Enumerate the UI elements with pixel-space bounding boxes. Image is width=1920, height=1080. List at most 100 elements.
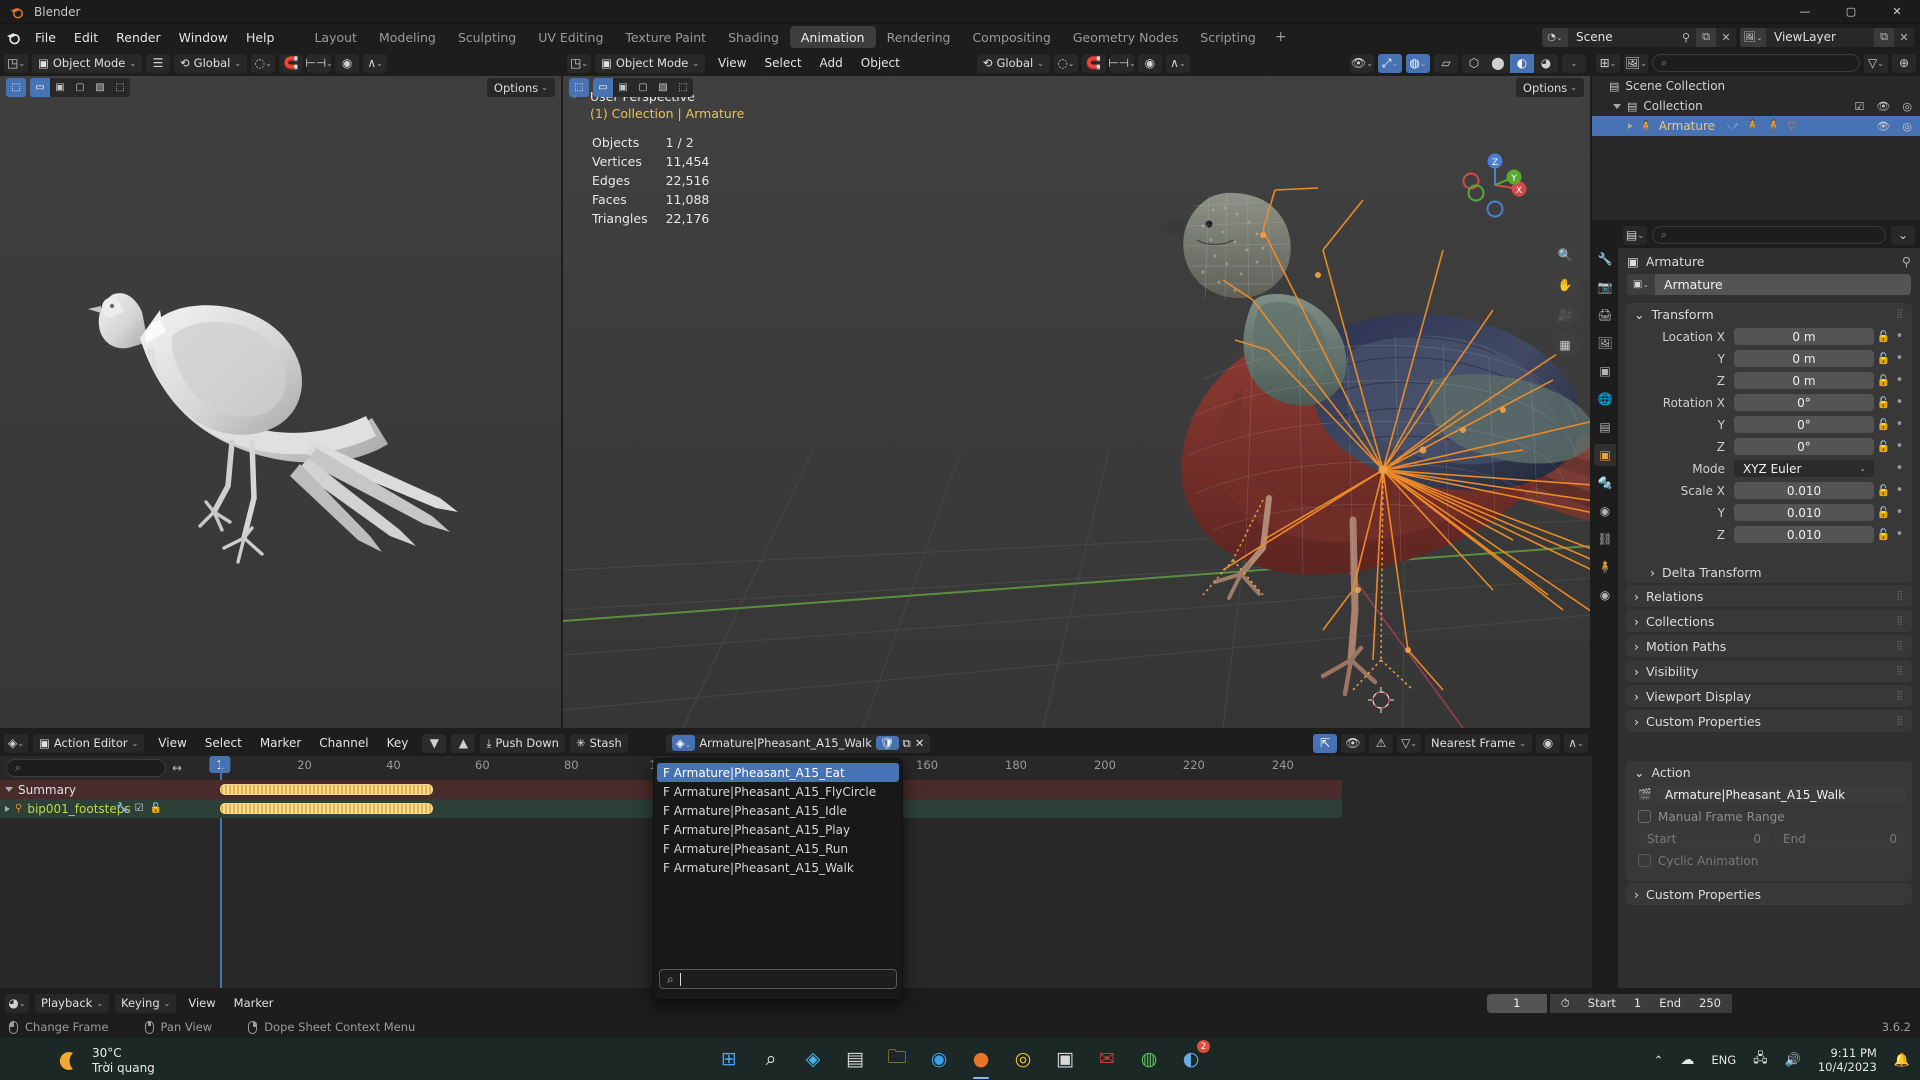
outliner-editor-type-icon[interactable]: ⊞ ⌄ — [1596, 53, 1620, 73]
proportional-edit-icon-right[interactable]: ◉ — [1137, 53, 1162, 73]
workspace-tab-compositing[interactable]: Compositing — [961, 26, 1061, 48]
eye-icon[interactable]: 👁 — [1876, 100, 1890, 113]
copilot-button[interactable]: ◈ — [797, 1043, 829, 1075]
transform-row-field[interactable]: 0 m — [1734, 328, 1874, 345]
falloff-dopesheet-icon[interactable]: ∧ ⌄ — [1564, 733, 1588, 753]
action-panel-header[interactable]: ⌄ Action — [1626, 761, 1912, 783]
manual-frame-range-checkbox[interactable] — [1638, 810, 1651, 823]
manual-frame-range-row[interactable]: Manual Frame Range — [1626, 807, 1912, 826]
workspace-tab-scripting[interactable]: Scripting — [1189, 26, 1267, 48]
viewport-sidebar-toggle[interactable]: ‹ — [573, 92, 577, 102]
action-browse-icon[interactable]: ◈⌄ — [671, 735, 696, 751]
chevron-down-icon[interactable] — [5, 787, 13, 792]
animate-property-dot[interactable]: • — [1893, 373, 1906, 388]
lock-icon[interactable]: 🔓 — [1874, 528, 1893, 541]
dopesheet-menu-channel[interactable]: Channel — [310, 730, 377, 756]
animate-property-dot[interactable]: • — [1893, 439, 1906, 454]
viewlayer-selector[interactable]: 🖼 ⌄ ViewLayer ⧉ ✕ — [1740, 27, 1914, 47]
zoom-view-icon[interactable]: 🔍 — [1552, 242, 1578, 268]
viewport-menus-hamburger-left[interactable]: ☰ — [146, 53, 171, 73]
transform-row-field[interactable]: 0 m — [1734, 350, 1874, 367]
antivirus-button[interactable]: ◍ — [1133, 1043, 1165, 1075]
pin-channel-icon[interactable]: ⚲ — [15, 803, 22, 814]
cursor-tool-group-left[interactable]: ⬚ — [6, 78, 26, 97]
rendered-shading-icon[interactable]: ◕ — [1534, 53, 1558, 73]
delete-viewlayer-icon[interactable]: ✕ — [1894, 28, 1914, 47]
action-value-field[interactable]: Armature|Pheasant_A15_Walk — [1656, 786, 1906, 803]
viewport-left[interactable]: ◳ ⌄ ▣ Object Mode ⌄ ☰ ⟲ Global ⌄ ◌ ⌄ 🧲 ⊢⊣ ⌄… — [0, 50, 561, 728]
pin-id-icon[interactable]: ⚲ — [1902, 254, 1911, 269]
outliner-display-mode-icon[interactable]: 🖼 ⌄ — [1624, 53, 1648, 73]
shading-popover-icon[interactable]: ⌄ — [1562, 53, 1586, 73]
workspace-tab-geometry-nodes[interactable]: Geometry Nodes — [1062, 26, 1189, 48]
modifier-icon[interactable]: ▽ — [1787, 119, 1802, 132]
end-frame-value[interactable]: 250 — [1699, 996, 1721, 1010]
outliner-new-collection-icon[interactable]: ⊕ — [1892, 53, 1916, 73]
proportional-edit-dopesheet-icon[interactable]: ◉ — [1536, 733, 1560, 753]
outliner-search-input[interactable]: ⌕ — [1652, 54, 1860, 72]
cyclic-animation-row[interactable]: Cyclic Animation — [1626, 851, 1912, 870]
store-button[interactable]: ▣ — [1049, 1043, 1081, 1075]
drag-handle-icon[interactable]: ⣿ — [1896, 591, 1904, 601]
previous-layer-icon[interactable]: ▼ — [422, 733, 447, 753]
properties-editor-type-icon[interactable]: ▤ ⌄ — [1623, 225, 1647, 245]
workspace-tab-modeling[interactable]: Modeling — [368, 26, 447, 48]
fake-user-icon[interactable]: 🛡 — [875, 736, 899, 750]
chevron-down-icon[interactable] — [1613, 103, 1621, 109]
animate-property-dot[interactable]: • — [1893, 483, 1906, 498]
animate-property-dot[interactable]: • — [1893, 351, 1906, 366]
workspace-tab-uv-editing[interactable]: UV Editing — [527, 26, 614, 48]
properties-tab-scene[interactable]: ▣ — [1594, 360, 1616, 382]
action-search-popup[interactable]: F Armature|Pheasant_A15_Eat F Armature|Ph… — [653, 758, 903, 1000]
minimize-button[interactable]: — — [1782, 0, 1828, 24]
modifier-icon[interactable]: 🔧 — [116, 803, 128, 814]
workspace-tab-texture-paint[interactable]: Texture Paint — [614, 26, 717, 48]
outliner-row-armature[interactable]: 🧍 Armature ⤻🧍🧍▽ 👁 ◎ — [1592, 116, 1920, 136]
snap-magnet-icon-right[interactable]: 🧲 — [1081, 53, 1106, 73]
snap-target-icon-right[interactable]: ⊢⊣ ⌄ — [1108, 53, 1136, 73]
viewport-options-right[interactable]: Options ⌄ — [1515, 78, 1584, 97]
pan-view-icon[interactable]: ✋ — [1552, 272, 1578, 298]
animation-data-icon[interactable]: ⤻ — [1727, 119, 1746, 132]
network-icon[interactable]: 🖧 — [1753, 1049, 1768, 1071]
camera-icon[interactable]: ◎ — [1902, 120, 1912, 133]
snap-target-icon-left[interactable]: ⊢⊣ ⌄ — [305, 53, 333, 73]
panel-motion-paths[interactable]: › Motion Paths ⣿ — [1626, 635, 1912, 657]
material-preview-shading-icon[interactable]: ◐ — [1510, 53, 1534, 73]
show-hidden-icon[interactable]: 👁 — [1341, 733, 1366, 753]
panel-visibility[interactable]: › Visibility ⣿ — [1626, 660, 1912, 682]
lock-icon[interactable]: 🔓 — [1874, 374, 1893, 387]
playback-dropdown[interactable]: Playback ⌄ — [35, 993, 110, 1013]
next-layer-icon[interactable]: ▲ — [451, 733, 476, 753]
channel-expand-icon[interactable]: ↔ — [172, 761, 182, 775]
properties-tab-render[interactable]: 📷 — [1594, 276, 1616, 298]
new-viewlayer-icon[interactable]: ⧉ — [1874, 27, 1894, 47]
action-option-eat[interactable]: F Armature|Pheasant_A15_Eat — [657, 763, 899, 782]
editor-type-icon-right[interactable]: ◳ ⌄ — [567, 53, 591, 73]
channel-summary[interactable]: Summary — [0, 780, 208, 799]
properties-search-input[interactable]: ⌕ — [1652, 226, 1886, 244]
xray-toggle-icon[interactable]: ▱ — [1434, 53, 1458, 73]
timeline-marker-menu[interactable]: Marker — [228, 994, 280, 1013]
select-extend-right[interactable]: ▣ — [613, 78, 633, 97]
transform-panel-header[interactable]: ⌄ Transform ⣿ — [1626, 303, 1912, 325]
drag-handle-icon[interactable]: ⣿ — [1896, 641, 1904, 651]
cyclic-animation-checkbox[interactable] — [1638, 854, 1651, 867]
animate-property-dot[interactable]: • — [1893, 395, 1906, 410]
armature-data-icon[interactable]: 🧍 — [1767, 119, 1788, 132]
viewport-menu-add[interactable]: Add — [811, 50, 852, 76]
properties-options-icon[interactable]: ⌄ — [1891, 225, 1915, 245]
workspace-tab-layout[interactable]: Layout — [303, 26, 368, 48]
new-scene-icon[interactable]: ⧉ — [1696, 27, 1716, 47]
dopesheet-menu-select[interactable]: Select — [196, 730, 251, 756]
start-button[interactable]: ⊞ — [713, 1043, 745, 1075]
drag-handle-icon[interactable]: ⣿ — [1896, 666, 1904, 676]
outliner-row-scene-collection[interactable]: ▤ Scene Collection — [1592, 76, 1920, 96]
transform-row-field[interactable]: 0 m — [1734, 372, 1874, 389]
lock-icon[interactable]: 🔓 — [1874, 484, 1893, 497]
camera-icon[interactable]: ◎ — [1902, 100, 1912, 113]
action-datablock-selector[interactable]: ◈⌄ Armature|Pheasant_A15_Walk 🛡 ⧉ ✕ — [665, 733, 931, 753]
animate-property-dot[interactable]: • — [1893, 417, 1906, 432]
onedrive-icon[interactable]: ☁ — [1680, 1052, 1694, 1068]
topbar-blender-icon[interactable] — [0, 24, 26, 50]
